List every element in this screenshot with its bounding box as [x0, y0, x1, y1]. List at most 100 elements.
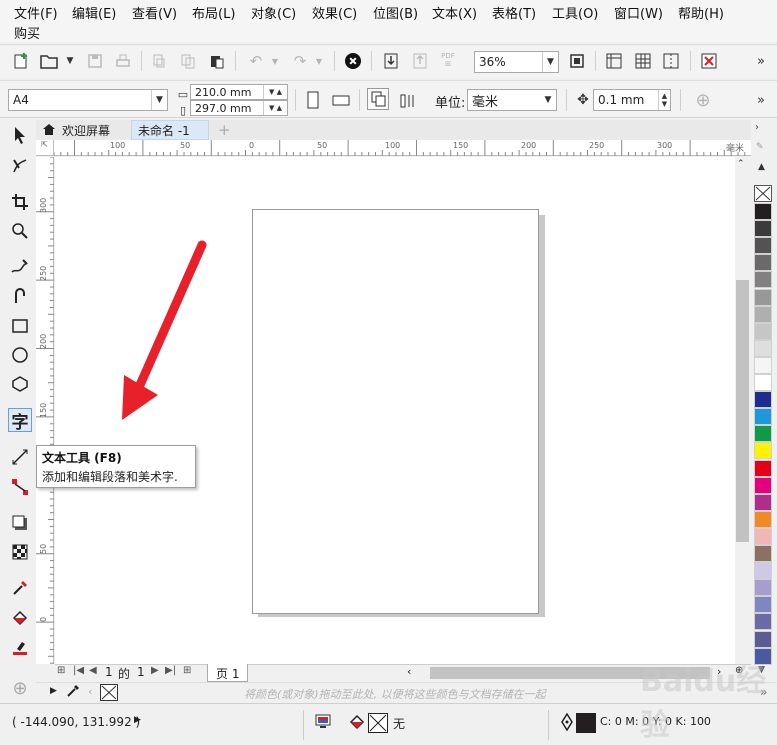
menu-window[interactable]: 窗口(W): [614, 3, 663, 22]
no-color-swatch[interactable]: [754, 185, 772, 202]
menu-help[interactable]: 帮助(H): [678, 3, 724, 22]
page-width-field[interactable]: 210.0 mm ▼ ▲: [190, 84, 288, 100]
add-tool-icon[interactable]: ⊕: [8, 676, 32, 700]
artistic-media-tool-icon[interactable]: [8, 284, 32, 308]
menu-view[interactable]: 查看(V): [132, 3, 177, 22]
palette-swatch[interactable]: [754, 237, 772, 255]
interactive-fill-tool-icon[interactable]: [8, 606, 32, 630]
palette-swatch[interactable]: [754, 271, 772, 289]
unit-select[interactable]: 毫米 ▼: [467, 89, 557, 111]
menu-buy[interactable]: 购买: [14, 23, 40, 42]
show-grid-icon[interactable]: [632, 50, 654, 72]
drop-shadow-tool-icon[interactable]: [8, 511, 32, 535]
tab-document[interactable]: 未命名 -1: [131, 120, 209, 140]
palette-back-icon[interactable]: ‹: [88, 685, 92, 698]
palette-swatch[interactable]: [754, 339, 772, 357]
menu-table[interactable]: 表格(T): [492, 3, 536, 22]
palette-swatch[interactable]: [754, 322, 772, 340]
palette-swatch[interactable]: [754, 254, 772, 272]
zoom-level-select[interactable]: 36% ▼: [474, 51, 559, 73]
propertybar-overflow-icon[interactable]: »: [750, 89, 772, 111]
polygon-tool-icon[interactable]: [8, 372, 32, 396]
page-height-field[interactable]: 297.0 mm ▼ ▲: [190, 100, 288, 116]
palette-swatch[interactable]: [754, 391, 772, 409]
nudge-distance-field[interactable]: 0.1 mm ▲ ▼: [593, 89, 671, 111]
full-screen-icon[interactable]: [566, 50, 588, 72]
scroll-left-icon[interactable]: ‹: [407, 665, 411, 678]
publish-pdf-icon[interactable]: PDF ⊞: [437, 49, 459, 71]
crop-tool-icon[interactable]: [8, 190, 32, 214]
print-icon[interactable]: [112, 50, 134, 72]
nudge-spinner[interactable]: ▲ ▼: [658, 90, 670, 110]
tabs-scroll-icon[interactable]: ›: [755, 122, 759, 133]
eyedropper-tool-icon[interactable]: [8, 576, 32, 600]
eyedropper-icon[interactable]: [66, 684, 80, 701]
page-tab[interactable]: 页 1: [207, 664, 249, 682]
parallel-dimension-tool-icon[interactable]: [8, 445, 32, 469]
palette-swatch[interactable]: [754, 442, 772, 460]
menu-effects[interactable]: 效果(C): [312, 3, 357, 22]
menu-edit[interactable]: 编辑(E): [72, 3, 116, 22]
add-page-before-icon[interactable]: ⊞: [57, 665, 65, 676]
add-tab-button[interactable]: +: [212, 120, 237, 140]
export-icon[interactable]: [409, 50, 431, 72]
no-color-swatch-small[interactable]: [100, 684, 118, 701]
menu-text[interactable]: 文本(X): [432, 3, 477, 22]
undo-dropdown-icon[interactable]: ▼: [264, 50, 286, 72]
palette-swatch[interactable]: [754, 630, 772, 648]
new-document-icon[interactable]: [10, 50, 32, 72]
width-spinner[interactable]: ▼ ▲: [263, 85, 287, 99]
ruler-origin[interactable]: ⇱: [36, 140, 54, 156]
status-menu-icon[interactable]: ▶: [134, 715, 141, 725]
copy-icon[interactable]: [177, 50, 199, 72]
menu-tools[interactable]: 工具(O): [552, 3, 598, 22]
pick-tool-icon[interactable]: [8, 123, 32, 147]
palette-swatch[interactable]: [754, 288, 772, 306]
palette-scroll-up-icon[interactable]: ▲: [758, 162, 765, 172]
connector-tool-icon[interactable]: [8, 475, 32, 499]
palette-swatch[interactable]: [754, 408, 772, 426]
tab-welcome-screen[interactable]: 欢迎屏幕: [36, 120, 117, 140]
palette-pin-icon[interactable]: ✎: [756, 142, 764, 152]
palette-swatch[interactable]: [754, 476, 772, 494]
palette-swatch[interactable]: [754, 579, 772, 597]
palette-swatch[interactable]: [754, 527, 772, 545]
palette-swatch[interactable]: [754, 510, 772, 528]
palette-menu-icon[interactable]: ▶: [50, 686, 57, 696]
palette-swatch[interactable]: [754, 305, 772, 323]
palette-swatch[interactable]: [754, 356, 772, 374]
palette-swatch[interactable]: [754, 562, 772, 580]
palette-swatch[interactable]: [754, 203, 772, 220]
show-guidelines-icon[interactable]: [660, 50, 682, 72]
menu-object[interactable]: 对象(C): [251, 3, 296, 22]
snap-off-icon[interactable]: [698, 50, 720, 72]
open-folder-icon[interactable]: [38, 50, 60, 72]
zoom-tool-icon[interactable]: [8, 219, 32, 243]
text-tool-icon[interactable]: 字: [8, 408, 32, 433]
corel-connect-icon[interactable]: [342, 50, 364, 72]
open-dropdown-icon[interactable]: ▼: [59, 50, 81, 72]
transparency-tool-icon[interactable]: [8, 540, 32, 564]
palette-swatch[interactable]: [754, 459, 772, 477]
save-icon[interactable]: [84, 50, 106, 72]
paper-size-select[interactable]: A4 ▼: [8, 89, 168, 111]
vertical-ruler[interactable]: 300 250 200 150 100 50 0: [36, 157, 54, 664]
rectangle-tool-icon[interactable]: [8, 314, 32, 338]
next-page-icon[interactable]: ▶: [151, 665, 159, 676]
all-pages-icon[interactable]: [367, 88, 389, 110]
palette-swatch[interactable]: [754, 613, 772, 631]
ellipse-tool-icon[interactable]: [8, 343, 32, 367]
add-page-after-icon[interactable]: ⊞: [183, 665, 191, 676]
menu-bitmap[interactable]: 位图(B): [373, 3, 418, 22]
color-profile-icon[interactable]: [315, 713, 331, 732]
menu-layout[interactable]: 布局(L): [192, 3, 235, 22]
outline-color-swatch[interactable]: [576, 713, 596, 733]
toolbar-overflow-icon[interactable]: »: [750, 50, 772, 72]
palette-swatch[interactable]: [754, 220, 772, 238]
vertical-scroll-thumb[interactable]: [736, 280, 749, 542]
scroll-up-icon[interactable]: ⌃: [737, 159, 745, 169]
show-rulers-icon[interactable]: [603, 50, 625, 72]
last-page-icon[interactable]: ▶|: [165, 665, 176, 676]
document-page[interactable]: [252, 209, 539, 614]
palette-swatch[interactable]: [754, 596, 772, 614]
